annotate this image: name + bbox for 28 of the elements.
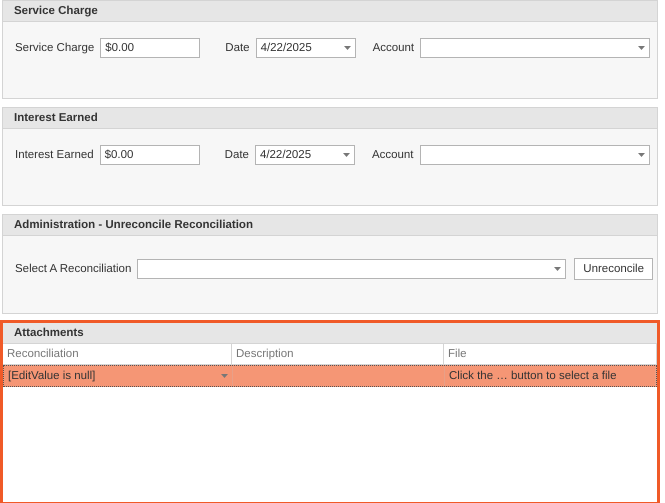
dropdown-field[interactable] (137, 259, 566, 280)
caret-icon (554, 267, 562, 272)
caret-icon (638, 46, 646, 50)
dropdown-field[interactable] (420, 38, 650, 58)
dropdown-field[interactable]: 4/22/2025 (256, 38, 356, 58)
dropdown-field[interactable]: 4/22/2025 (254, 145, 355, 166)
field-label: Account (372, 42, 414, 54)
input-field[interactable]: $0.00 (100, 145, 200, 166)
table-cell: [EditValue is null] (8, 370, 96, 382)
group-title: Interest Earned (3, 108, 657, 130)
input-field[interactable]: $0.00 (100, 38, 200, 58)
caret-icon (638, 153, 644, 158)
caret-icon (342, 153, 350, 158)
group-title: Attachments (3, 322, 657, 344)
caret-icon (221, 374, 228, 378)
field-label: Account (372, 149, 414, 162)
unreconcile-button[interactable]: Unreconcile (574, 258, 653, 280)
table-cell: Click the … button to select a file (449, 370, 616, 382)
field-label: Date (224, 149, 249, 162)
field-label: Service Charge (15, 42, 94, 54)
group-title: Service Charge (3, 1, 657, 22)
table-row[interactable]: [EditValue is null] Click the … button to select a file (3, 364, 657, 387)
field-label: Interest Earned (15, 149, 94, 162)
caret-icon (344, 46, 351, 50)
field-label: Select A Reconciliation (15, 263, 132, 276)
group-title: Administration - Unreconcile Reconciliation (3, 215, 657, 236)
field-label: Date (225, 42, 250, 54)
dropdown-field[interactable] (420, 145, 650, 166)
